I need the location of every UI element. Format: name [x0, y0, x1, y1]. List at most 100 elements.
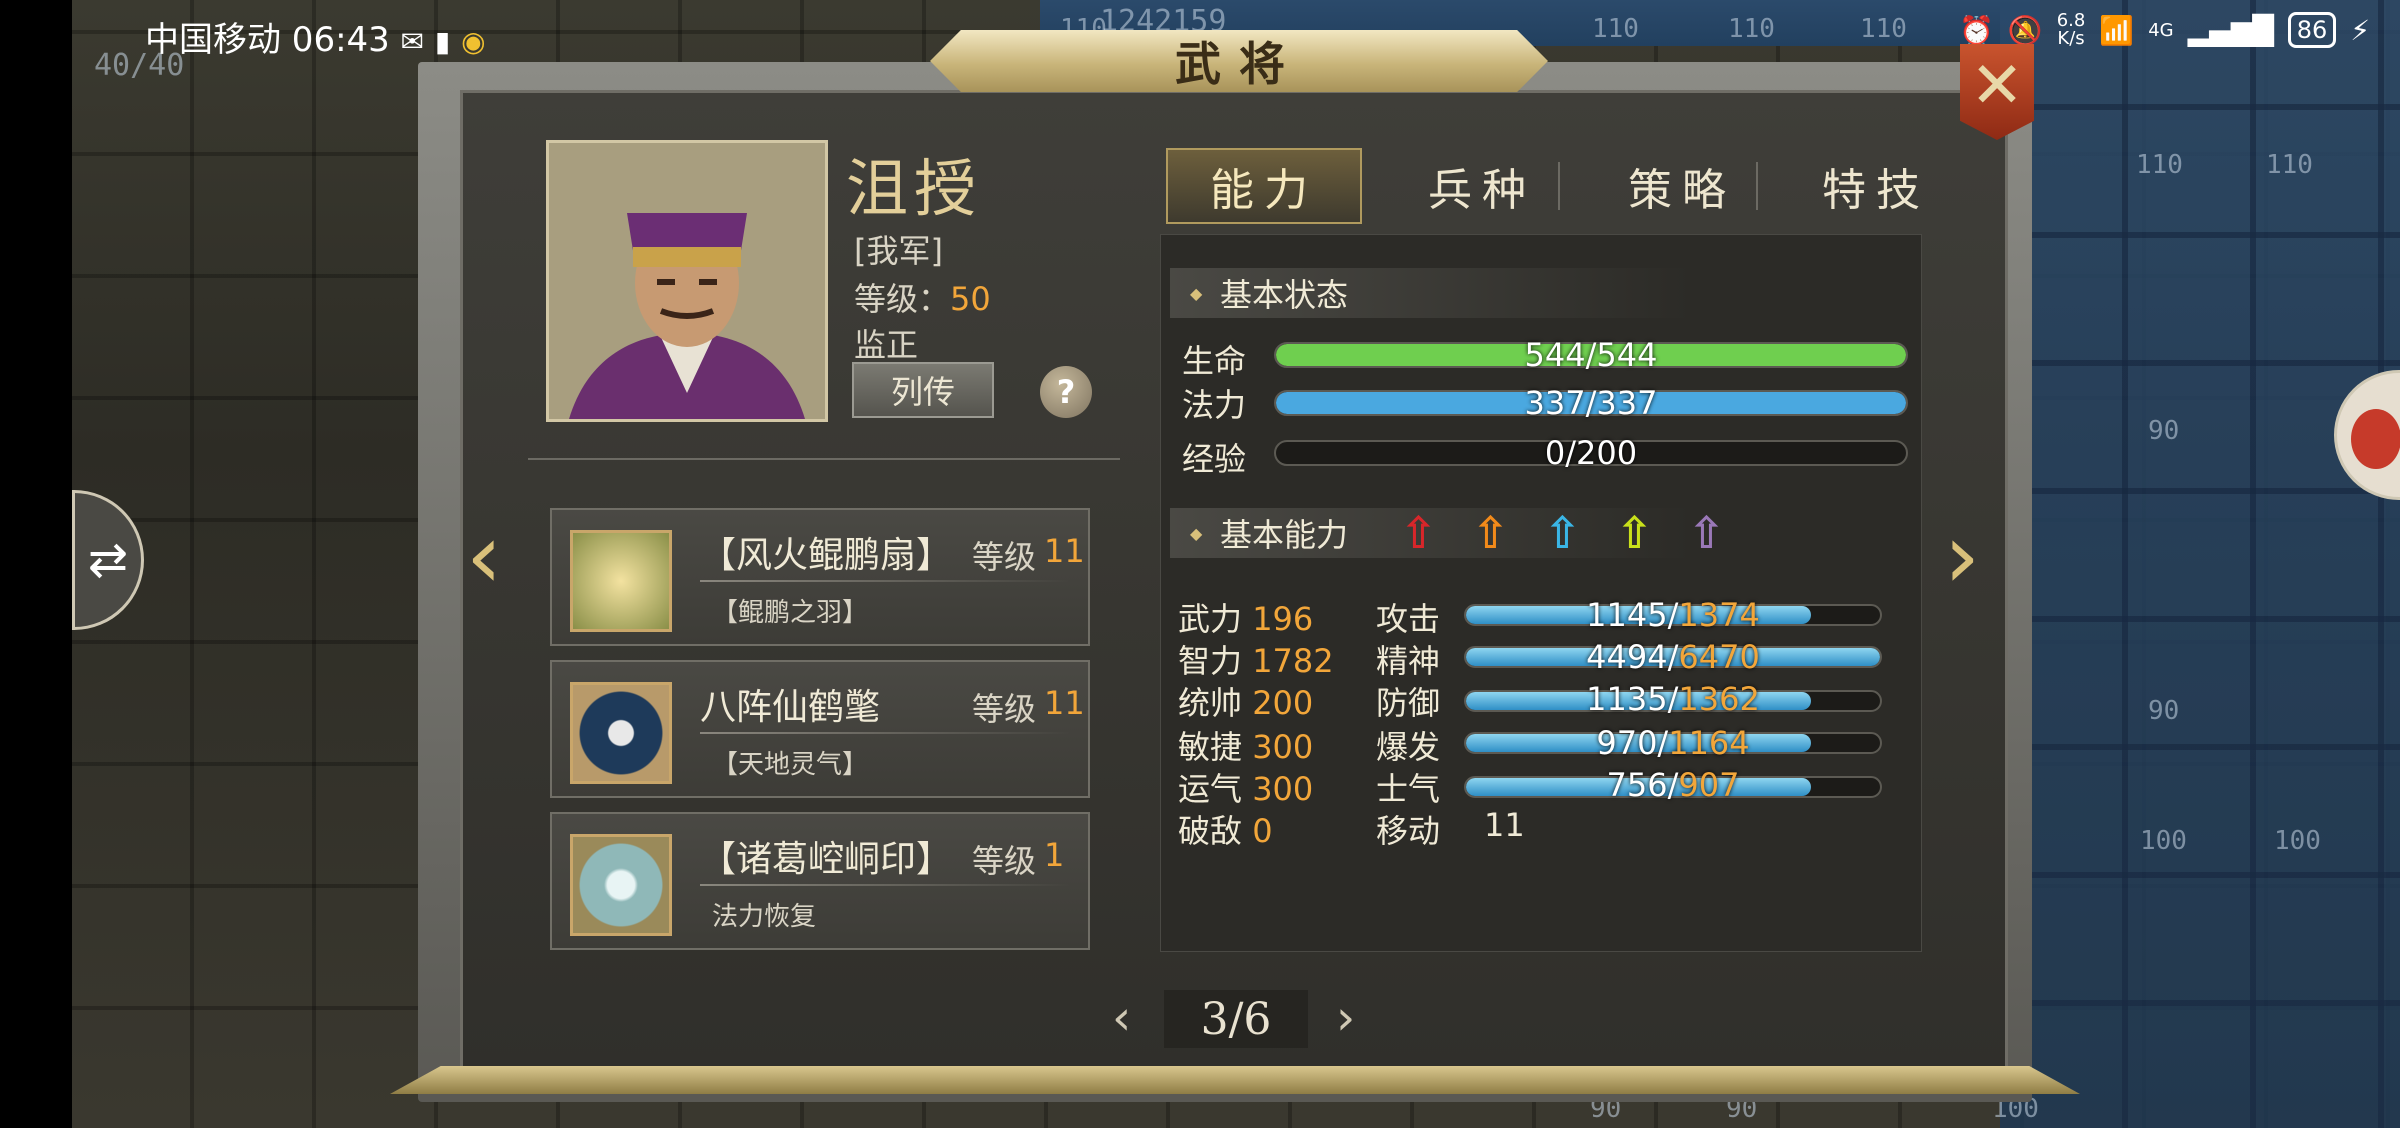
mp-label: 法力 [1182, 386, 1247, 424]
battery-level: 86 [2287, 12, 2337, 48]
carrier-time: 中国移动 06:43 [145, 20, 390, 60]
attribute-label: 破敌 [1178, 812, 1243, 850]
status-left: 中国移动 06:43 ✉ ▮ ◉ [145, 12, 486, 61]
map-tile-number: 90 [2148, 416, 2180, 446]
pager-prev-button[interactable]: ‹ [1112, 990, 1131, 1046]
attribute-value: 200 [1252, 684, 1314, 722]
weibo-icon: ◉ [461, 25, 486, 58]
stat-current: 1145 [1586, 596, 1668, 634]
net-speed: 6.8 K/s [2057, 12, 2086, 48]
tab-separator [1756, 162, 1758, 210]
cloak-icon [570, 682, 672, 784]
stat-defense-label: 防御 [1376, 684, 1441, 722]
hp-label: 生命 [1182, 342, 1247, 380]
hero-class: 监正 [854, 326, 919, 364]
map-tile-number: 110 [2266, 150, 2313, 180]
stat-current: 1135 [1586, 680, 1668, 718]
hp-value: 544/544 [1524, 336, 1658, 374]
hero-level: 等级：50 [854, 274, 991, 320]
attribute-label: 敏捷 [1178, 728, 1243, 766]
basic-status-title: 基本状态 [1220, 276, 1349, 314]
tab-strategy[interactable]: 策略 [1592, 148, 1772, 224]
previous-hero-arrow[interactable]: ‹ [466, 512, 502, 602]
net-speed-unit: K/s [2057, 28, 2085, 49]
wifi-icon: 📶 [2099, 13, 2135, 47]
dialog-bottom-trim [390, 1066, 2080, 1094]
equipment-level: 11 [1044, 684, 1085, 722]
equipment-divider [700, 732, 1070, 734]
equipment-subtitle: 【鲲鹏之羽】 [712, 598, 869, 628]
charging-icon: ⚡ [2350, 13, 2370, 47]
tab-ability[interactable]: 能力 [1166, 148, 1362, 224]
equipment-level: 11 [1044, 532, 1085, 570]
equipment-slot-3[interactable]: 【诸葛崆峒印】 等级 1 法力恢复 [550, 812, 1090, 950]
equipment-divider [700, 884, 1070, 886]
attribute-value: 300 [1252, 728, 1314, 766]
dialog-title: 武将 [1175, 37, 1303, 91]
map-tile-number: 100 [2140, 826, 2187, 856]
basic-status-header: 基本状态 [1170, 268, 1690, 318]
equipment-subtitle: 【天地灵气】 [712, 750, 869, 780]
stat-defense-value: 1135/1362 [1586, 680, 1760, 718]
equipment-divider [700, 580, 1070, 582]
tab-skills[interactable]: 特技 [1786, 148, 1966, 224]
equipment-level-label: 等级 [972, 538, 1037, 576]
pager-next-button[interactable]: › [1336, 990, 1355, 1046]
attribute-break: 破敌 0 [1178, 806, 1273, 852]
stat-max: 1374 [1678, 596, 1760, 634]
fan-icon [570, 530, 672, 632]
signal-icon: ▂▄▆█ [2187, 13, 2274, 47]
menu-toggle-icon: ⇄ [87, 532, 129, 588]
network-type: 4G [2148, 19, 2174, 41]
sim-icon: ▮ [434, 25, 451, 58]
equipment-slot-1[interactable]: 【风火鲲鹏扇】 等级 11 【鲲鹏之羽】 [550, 508, 1090, 646]
attribute-force: 武力 196 [1178, 594, 1313, 640]
stat-spirit-label: 精神 [1376, 642, 1441, 680]
mp-value: 337/337 [1524, 384, 1658, 422]
equipment-name: 【风火鲲鹏扇】 [700, 535, 953, 576]
stat-morale-label: 士气 [1376, 770, 1441, 808]
blue-upgrade-arrow-icon[interactable]: ⇧ [1544, 512, 1581, 556]
attribute-command: 统帅 200 [1178, 678, 1313, 724]
attribute-luck: 运气 300 [1178, 764, 1313, 810]
equipment-level: 1 [1044, 836, 1065, 874]
map-blue-zone [2000, 0, 2400, 1128]
tab-troops[interactable]: 兵种 [1392, 148, 1572, 224]
basic-ability-title: 基本能力 [1220, 516, 1349, 554]
stat-morale-value: 756/907 [1606, 766, 1740, 804]
help-button[interactable]: ? [1040, 366, 1092, 418]
red-upgrade-arrow-icon[interactable]: ⇧ [1400, 512, 1437, 556]
stat-attack-value: 1145/1374 [1586, 596, 1760, 634]
equipment-slot-2[interactable]: 八阵仙鹤氅 等级 11 【天地灵气】 [550, 660, 1090, 798]
hero-portrait-image [549, 143, 825, 419]
map-tile-number: 90 [2148, 696, 2180, 726]
yellow-upgrade-arrow-icon[interactable]: ⇧ [1616, 512, 1653, 556]
attribute-label: 武力 [1178, 600, 1243, 638]
stat-current: 4494 [1586, 638, 1668, 676]
alarm-icon: ⏰ [1958, 13, 1994, 47]
stat-move-label: 移动 [1376, 812, 1441, 850]
attribute-value: 300 [1252, 770, 1314, 808]
stat-current: 970 [1596, 724, 1658, 762]
equipment-subtitle: 法力恢复 [712, 902, 817, 932]
stat-burst-label: 爆发 [1376, 728, 1441, 766]
close-button[interactable]: ✕ [1960, 44, 2034, 140]
attribute-value: 0 [1252, 812, 1273, 850]
mute-icon: 🔕 [2007, 13, 2043, 47]
stat-attack-label: 攻击 [1376, 600, 1441, 638]
close-icon: ✕ [1970, 49, 2024, 123]
biography-button[interactable]: 列传 [852, 362, 994, 418]
section-divider [528, 458, 1120, 460]
map-tile-number: 110 [2136, 150, 2183, 180]
equipment-level-label: 等级 [972, 842, 1037, 880]
attribute-label: 智力 [1178, 642, 1243, 680]
mail-icon: ✉ [400, 25, 425, 58]
equipment-name: 【诸葛崆峒印】 [700, 839, 953, 880]
potion-icon [2351, 409, 2400, 469]
hero-level-value: 50 [950, 280, 991, 318]
orange-upgrade-arrow-icon[interactable]: ⇧ [1472, 512, 1509, 556]
next-hero-arrow[interactable]: › [1944, 512, 1980, 602]
hero-portrait [546, 140, 828, 422]
attribute-label: 运气 [1178, 770, 1243, 808]
purple-upgrade-arrow-icon[interactable]: ⇧ [1688, 512, 1725, 556]
